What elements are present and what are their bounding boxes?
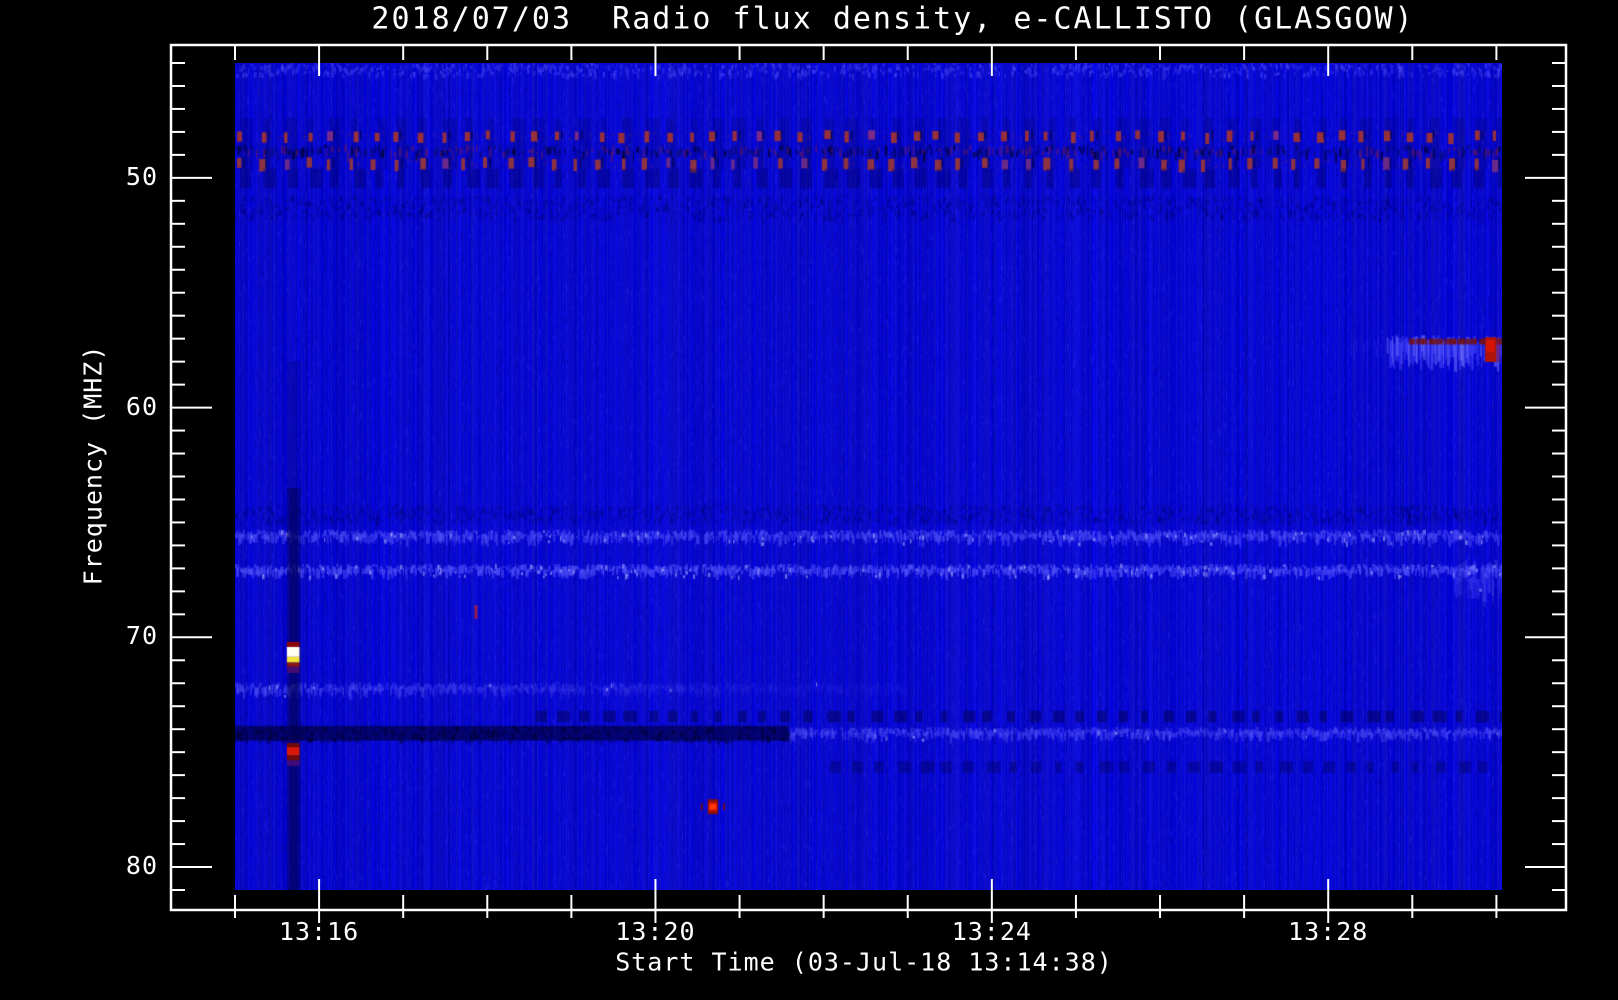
y-tick-label: 70 [125,621,158,651]
y-tick-label: 60 [125,391,158,421]
y-axis-title: Frequency (MHZ) [78,344,108,586]
y-tick-label: 50 [125,161,158,191]
x-tick-label: 13:24 [951,917,1032,946]
x-tick-label: 13:20 [615,917,696,946]
spectrogram-canvas [235,63,1502,890]
figure-title: 2018/07/03 Radio flux density, e-CALLIST… [371,1,1415,37]
y-tick-label: 80 [125,851,158,881]
x-tick-label: 13:28 [1288,917,1369,946]
x-tick-label: 13:16 [278,917,360,946]
spectrogram-figure: 2018/07/03 Radio flux density, e-CALLIST… [0,0,1618,1000]
x-axis-title: Start Time (03-Jul-18 13:14:38) [615,947,1113,977]
